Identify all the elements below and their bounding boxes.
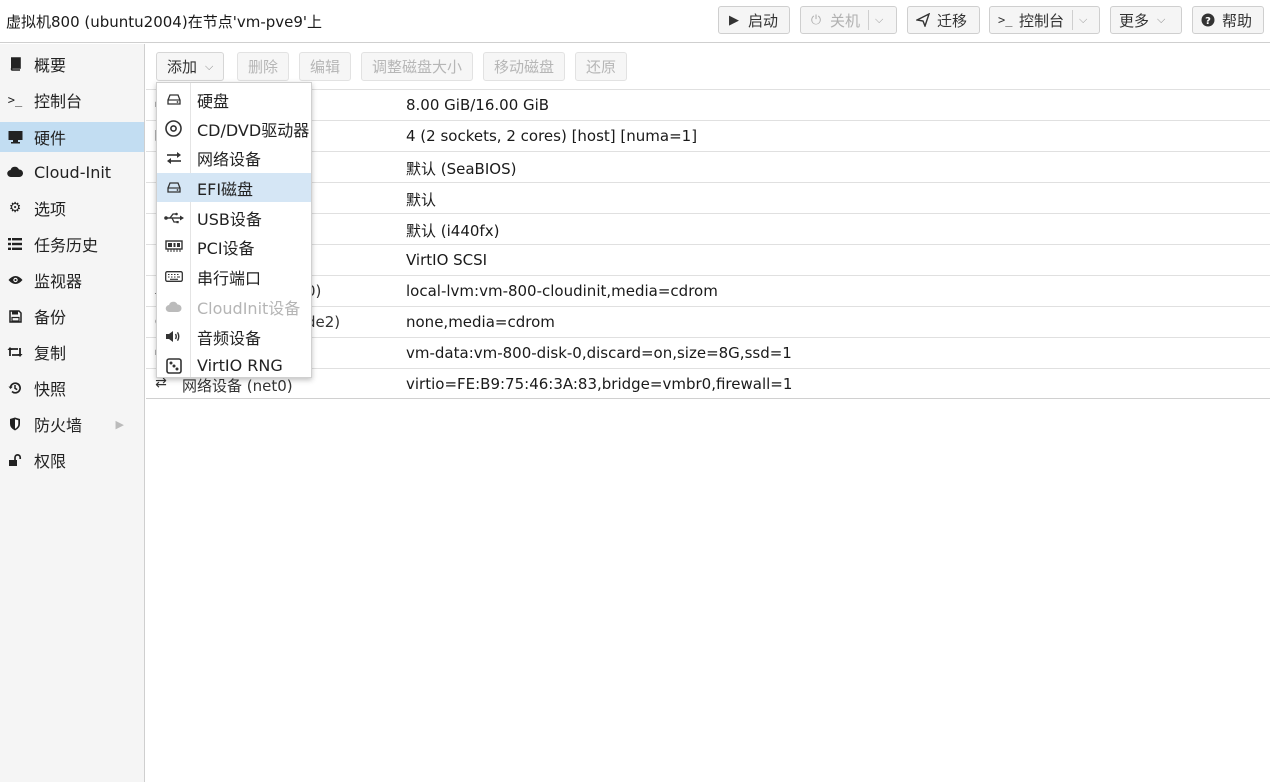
unlock-icon: [7, 453, 23, 467]
sidebar-item-permissions[interactable]: 权限: [0, 445, 144, 475]
revert-button[interactable]: 还原: [575, 52, 628, 81]
cloud-icon: [157, 301, 190, 313]
question-circle-icon: ?: [1201, 13, 1215, 27]
sidebar-item-replication[interactable]: 复制: [0, 337, 144, 367]
sidebar-item-monitor[interactable]: 监视器: [0, 265, 144, 295]
dice-icon: [157, 357, 190, 374]
menu-item-efi-disk[interactable]: EFI磁盘: [157, 173, 311, 202]
table-row[interactable]: ▭ vm-data:vm-800-disk-0,discard=on,size=…: [146, 337, 1270, 368]
add-hardware-menu: 硬盘 CD/DVD驱动器 网络设备 EFI磁盘 USB设备 PCI设备 串行端口…: [156, 82, 312, 378]
sidebar-item-cloud-init[interactable]: Cloud-Init: [0, 157, 144, 187]
menu-item-audio-device[interactable]: 音频设备: [157, 322, 311, 351]
move-disk-button[interactable]: 移动磁盘: [483, 52, 566, 81]
table-row[interactable]: ▪ 默认 (SeaBIOS): [146, 151, 1270, 182]
table-row[interactable]: ▫ 默认: [146, 182, 1270, 213]
remove-button[interactable]: 删除: [237, 52, 290, 81]
chevron-down-icon[interactable]: ⌵: [1072, 10, 1087, 30]
sidebar: 概要 >_ 控制台 硬件 Cloud-Init ⚙ 选项 任务历史 监视器 备份…: [0, 44, 145, 782]
sidebar-item-summary[interactable]: 概要: [0, 49, 144, 79]
table-row[interactable]: ◎ de2) none,media=cdrom: [146, 306, 1270, 337]
sidebar-item-hardware[interactable]: 硬件: [0, 122, 144, 152]
table-row[interactable]: ▭ 8.00 GiB/16.00 GiB: [146, 89, 1270, 120]
monitor-icon: [7, 130, 23, 144]
add-button[interactable]: 添加 ⌵: [156, 52, 225, 81]
sidebar-item-task-history[interactable]: 任务历史: [0, 229, 144, 259]
expand-arrow-icon[interactable]: ▶: [116, 418, 124, 431]
terminal-icon: >_: [7, 93, 23, 107]
power-icon: ⏻: [810, 12, 822, 28]
gear-icon: ⚙: [8, 200, 22, 216]
hdd-icon: [157, 182, 190, 193]
start-button[interactable]: ▶ 启动: [718, 6, 790, 34]
hardware-table: ▭ 8.00 GiB/16.00 GiB ▦ 4 (2 sockets, 2 c…: [146, 89, 1270, 399]
table-row[interactable]: ▦ 4 (2 sockets, 2 cores) [host] [numa=1]: [146, 120, 1270, 151]
sidebar-item-firewall[interactable]: 防火墙 ▶: [0, 409, 144, 439]
help-button[interactable]: ? 帮助: [1192, 6, 1264, 34]
volume-icon: [157, 330, 190, 343]
eye-icon: [7, 275, 23, 285]
resize-disk-button[interactable]: 调整磁盘大小: [361, 52, 474, 81]
play-icon: ▶: [729, 12, 739, 28]
migrate-button[interactable]: 迁移: [907, 6, 980, 34]
sidebar-item-backup[interactable]: 备份: [0, 301, 144, 331]
menu-item-pci-device[interactable]: PCI设备: [157, 232, 311, 261]
save-icon: [7, 309, 23, 323]
usb-icon: [157, 212, 190, 224]
chevron-down-icon: ⌵: [205, 59, 214, 73]
chevron-down-icon[interactable]: ⌵: [868, 10, 883, 30]
table-row[interactable]: ≡ VirtIO SCSI: [146, 244, 1270, 275]
retweet-icon: [7, 346, 23, 358]
cloud-icon: [7, 166, 23, 178]
paper-plane-icon: [916, 13, 930, 27]
hardware-toolbar: 添加 ⌵ 删除 编辑 调整磁盘大小 移动磁盘 还原: [146, 44, 1270, 89]
menu-item-network-device[interactable]: 网络设备: [157, 143, 311, 172]
exchange-icon: [157, 151, 190, 164]
history-icon: [7, 381, 23, 395]
shield-icon: [7, 417, 23, 431]
chevron-down-icon: ⌵: [1157, 13, 1166, 26]
menu-item-serial-port[interactable]: 串行端口: [157, 262, 311, 291]
shutdown-button[interactable]: ⏻ 关机 ⌵: [800, 6, 897, 34]
table-row[interactable]: ⚙ 默认 (i440fx): [146, 213, 1270, 244]
title-bar: 虚拟机800 (ubuntu2004)在节点'vm-pve9'上 ▶ 启动 ⏻ …: [0, 0, 1270, 43]
sidebar-item-snapshots[interactable]: 快照: [0, 373, 144, 403]
list-icon: [7, 238, 23, 250]
menu-item-virtio-rng[interactable]: VirtIO RNG: [157, 351, 311, 380]
hdd-icon: [157, 94, 190, 105]
more-button[interactable]: 更多 ⌵: [1110, 6, 1182, 34]
svg-text:?: ?: [1205, 16, 1211, 27]
menu-item-usb-device[interactable]: USB设备: [157, 203, 311, 232]
sidebar-item-options[interactable]: ⚙ 选项: [0, 193, 144, 223]
window-title: 虚拟机800 (ubuntu2004)在节点'vm-pve9'上: [6, 13, 323, 31]
menu-item-cloudinit-device[interactable]: CloudInit设备: [157, 292, 311, 321]
edit-button[interactable]: 编辑: [299, 52, 352, 81]
menu-item-hard-disk[interactable]: 硬盘: [157, 85, 311, 114]
pci-card-icon: [157, 240, 190, 253]
sidebar-item-console[interactable]: >_ 控制台: [0, 85, 144, 115]
menu-item-cd-dvd[interactable]: CD/DVD驱动器: [157, 114, 311, 143]
table-row[interactable]: ⇄ 网络设备 (net0) virtio=FE:B9:75:46:3A:83,b…: [146, 368, 1270, 399]
table-row[interactable]: ☁ 0) local-lvm:vm-800-cloudinit,media=cd…: [146, 275, 1270, 306]
book-icon: [7, 57, 23, 71]
console-button[interactable]: >_ 控制台 ⌵: [989, 6, 1100, 34]
terminal-icon: >_: [998, 13, 1013, 27]
disc-icon: [157, 120, 190, 137]
keyboard-icon: [157, 271, 190, 282]
